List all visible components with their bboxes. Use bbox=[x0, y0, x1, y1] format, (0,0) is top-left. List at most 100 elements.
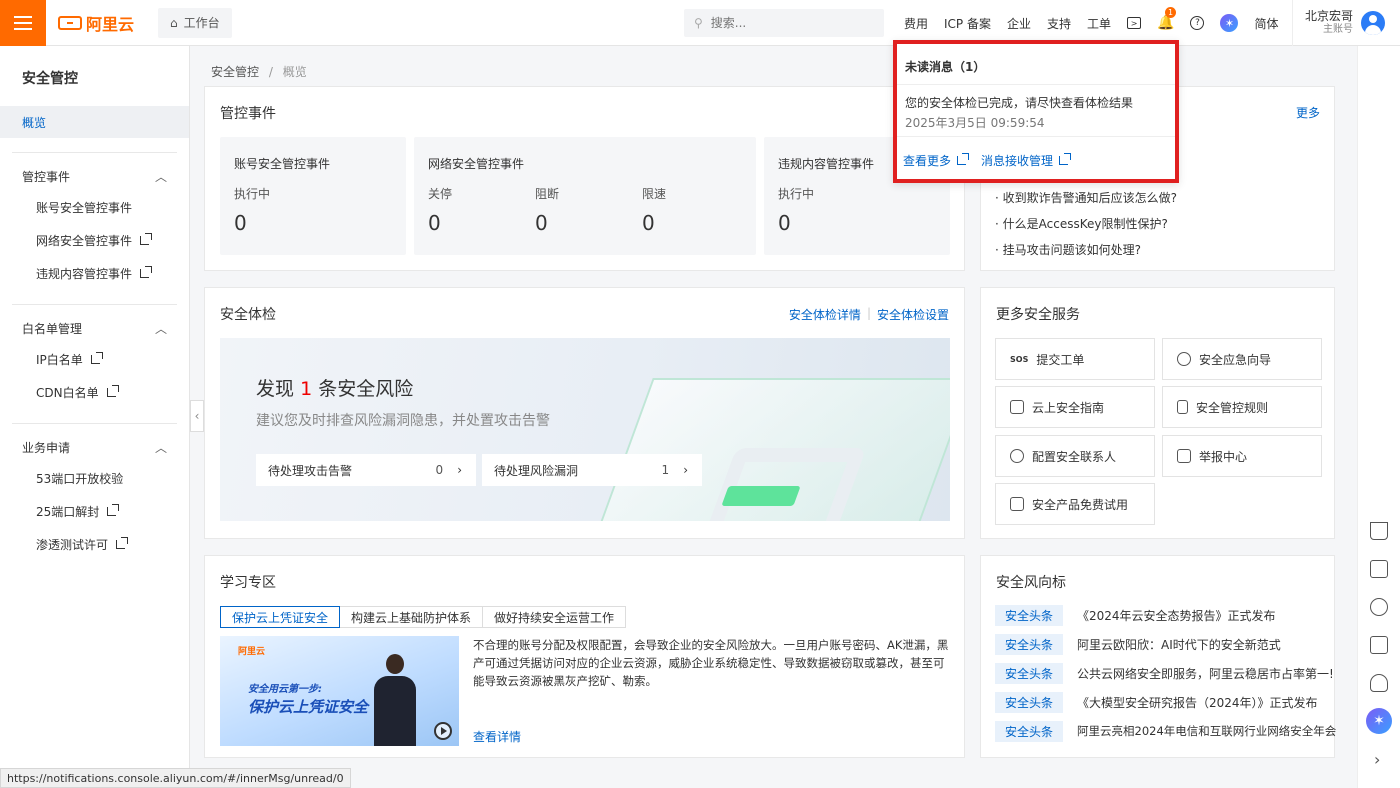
external-link-icon bbox=[106, 385, 119, 397]
external-link-icon bbox=[1059, 153, 1072, 165]
tab-credentials[interactable]: 保护云上凭证安全 bbox=[220, 606, 341, 628]
sidebar-item-account-events[interactable]: 账号安全管控事件 bbox=[0, 191, 189, 224]
logo-mark-icon bbox=[58, 15, 82, 30]
view-more-link[interactable]: 查看更多 bbox=[903, 152, 970, 169]
nav-icp[interactable]: ICP 备案 bbox=[944, 15, 991, 32]
learning-tabs: 保护云上凭证安全 构建云上基础防护体系 做好持续安全运营工作 bbox=[220, 606, 627, 628]
services-title: 更多安全服务 bbox=[996, 307, 1080, 323]
sidebar-item-port25[interactable]: 25端口解封 bbox=[0, 495, 189, 528]
help-icon[interactable]: ? bbox=[1190, 16, 1205, 30]
service-cloud-guide[interactable]: 云上安全指南 bbox=[995, 386, 1155, 428]
gear-icon[interactable] bbox=[1370, 598, 1388, 616]
chevron-right-icon: › bbox=[457, 463, 462, 477]
news-tag: 安全头条 bbox=[995, 604, 1064, 626]
learning-detail-link[interactable]: 查看详情 bbox=[473, 728, 521, 745]
nav-ticket[interactable]: 工单 bbox=[1087, 15, 1111, 32]
search-input[interactable] bbox=[710, 16, 861, 30]
chevron-right-icon[interactable]: › bbox=[1374, 750, 1380, 769]
document-icon bbox=[1177, 400, 1188, 414]
news-item[interactable]: 安全头条 阿里云亮相2024年电信和互联网行业网络安全年会 bbox=[995, 720, 1336, 742]
edit-icon[interactable] bbox=[1370, 636, 1388, 654]
news-item[interactable]: 安全头条 《大模型安全研究报告（2024年）》正式发布 bbox=[995, 691, 1318, 713]
avatar[interactable] bbox=[1361, 11, 1386, 35]
network-shutdown-value: 0 bbox=[428, 211, 441, 235]
guide-icon bbox=[1177, 352, 1191, 366]
account-events-value: 0 bbox=[234, 211, 247, 235]
sidebar-group-applications[interactable]: 业务申请 ︿ bbox=[0, 432, 189, 462]
news-tag: 安全头条 bbox=[995, 633, 1064, 655]
terminal-icon[interactable]: > bbox=[1127, 17, 1142, 29]
faq-more-link[interactable]: 更多 bbox=[1296, 104, 1320, 121]
service-free-trial[interactable]: 安全产品免费试用 bbox=[995, 483, 1155, 525]
service-contacts[interactable]: 配置安全联系人 bbox=[995, 435, 1155, 477]
switch-icon[interactable] bbox=[1370, 560, 1388, 578]
play-icon[interactable] bbox=[434, 722, 452, 740]
external-link-icon bbox=[140, 266, 153, 278]
nav-enterprise[interactable]: 企业 bbox=[1007, 15, 1031, 32]
breadcrumb-root[interactable]: 安全管控 bbox=[211, 65, 259, 79]
ai-assistant-icon[interactable]: ✶ bbox=[1366, 708, 1392, 734]
sidebar-item-content-events[interactable]: 违规内容管控事件 bbox=[0, 257, 189, 290]
service-emergency-guide[interactable]: 安全应急向导 bbox=[1162, 338, 1322, 380]
aliyun-logo[interactable]: 阿里云 bbox=[58, 11, 134, 35]
chevron-right-icon: › bbox=[683, 463, 688, 477]
video-thumbnail[interactable]: 阿里云 安全用云第一步: 保护云上凭证安全 bbox=[220, 636, 459, 746]
breadcrumb: 安全管控 / 概览 bbox=[211, 65, 307, 79]
checkup-detail-link[interactable]: 安全体检详情 bbox=[789, 306, 861, 323]
external-link-icon bbox=[116, 537, 129, 549]
sidebar-item-port53[interactable]: 53端口开放校验 bbox=[0, 462, 189, 495]
sidebar-item-overview[interactable]: 概览 bbox=[0, 106, 189, 138]
news-item[interactable]: 安全头条 公共云网络安全即服务，阿里云稳居市占率第一! bbox=[995, 662, 1334, 684]
tab-security-ops[interactable]: 做好持续安全运营工作 bbox=[482, 606, 627, 628]
breadcrumb-current: 概览 bbox=[282, 65, 307, 79]
sidebar-group-whitelist[interactable]: 白名单管理 ︿ bbox=[0, 313, 189, 343]
nav-billing[interactable]: 费用 bbox=[904, 15, 928, 32]
sidebar-item-cdn-whitelist[interactable]: CDN白名单 bbox=[0, 376, 189, 409]
status-url-bar: https://notifications.console.aliyun.com… bbox=[0, 768, 351, 788]
ai-assistant-icon[interactable]: ✶ bbox=[1220, 14, 1239, 32]
sidebar-item-ip-whitelist[interactable]: IP白名单 bbox=[0, 343, 189, 376]
tab-basic-protection[interactable]: 构建云上基础防护体系 bbox=[339, 606, 484, 628]
cart-icon[interactable] bbox=[1370, 522, 1388, 540]
network-events-box[interactable]: 网络安全管控事件 关停 阻断 限速 0 0 0 bbox=[414, 137, 756, 255]
workbench-button[interactable]: ⌂ 工作台 bbox=[158, 7, 232, 38]
service-control-rules[interactable]: 安全管控规则 bbox=[1162, 386, 1322, 428]
bell-icon[interactable]: 🔔 1 bbox=[1157, 7, 1177, 31]
news-item[interactable]: 安全头条 阿里云欧阳欣：AI时代下的安全新范式 bbox=[995, 633, 1281, 655]
presenter-illustration bbox=[370, 648, 420, 746]
pending-attack-button[interactable]: 待处理攻击告警 0 › bbox=[256, 454, 476, 486]
divider bbox=[12, 423, 177, 424]
faq-item[interactable]: · 收到欺诈告警通知后应该怎么做? bbox=[995, 189, 1177, 206]
sidebar-title: 安全管控 bbox=[22, 71, 78, 87]
message-settings-link[interactable]: 消息接收管理 bbox=[981, 152, 1072, 169]
faq-item[interactable]: · 挂马攻击问题该如何处理? bbox=[995, 241, 1141, 258]
pending-vuln-button[interactable]: 待处理风险漏洞 1 › bbox=[482, 454, 702, 486]
services-card: 更多安全服务 SOS 提交工单 安全应急向导 云上安全指南 安全管控规则 配置安全… bbox=[980, 287, 1335, 539]
chevron-up-icon: ︿ bbox=[154, 169, 167, 184]
search-box[interactable]: ⚲ bbox=[684, 9, 884, 37]
checkup-settings-link[interactable]: 安全体检设置 bbox=[877, 306, 949, 323]
service-submit-ticket[interactable]: SOS 提交工单 bbox=[995, 338, 1155, 380]
sidebar-item-pentest[interactable]: 渗透测试许可 bbox=[0, 528, 189, 561]
service-report-center[interactable]: 举报中心 bbox=[1162, 435, 1322, 477]
language-switch[interactable]: 简体 bbox=[1254, 15, 1278, 32]
news-item[interactable]: 安全头条 《2024年云安全态势报告》正式发布 bbox=[995, 604, 1276, 626]
sidebar-group-events[interactable]: 管控事件 ︿ bbox=[0, 161, 189, 191]
trends-title: 安全风向标 bbox=[996, 575, 1066, 591]
headset-icon[interactable] bbox=[1370, 674, 1388, 692]
sidebar: 安全管控 概览 管控事件 ︿ 账号安全管控事件 网络安全管控事件 违规内容管控事件… bbox=[0, 46, 190, 788]
sidebar-item-network-events[interactable]: 网络安全管控事件 bbox=[0, 224, 189, 257]
account-events-box[interactable]: 账号安全管控事件 执行中 0 bbox=[220, 137, 406, 255]
network-block-value: 0 bbox=[535, 211, 548, 235]
search-icon: ⚲ bbox=[694, 16, 703, 30]
sidebar-collapse-button[interactable]: ‹ bbox=[190, 400, 204, 432]
faq-item[interactable]: · 什么是AccessKey限制性保护? bbox=[995, 215, 1168, 232]
menu-icon[interactable] bbox=[0, 0, 46, 46]
nav-support[interactable]: 支持 bbox=[1047, 15, 1071, 32]
sos-icon: SOS bbox=[1010, 354, 1029, 364]
user-menu[interactable]: 北京宏哥 主账号 bbox=[1292, 0, 1400, 46]
checkup-headline: 发现 1 条安全风险 bbox=[256, 378, 414, 400]
popup-message[interactable]: 您的安全体检已完成，请尽快查看体检结果 bbox=[905, 94, 1133, 111]
popup-title: 未读消息（1） bbox=[905, 60, 986, 74]
report-icon bbox=[1177, 449, 1191, 463]
